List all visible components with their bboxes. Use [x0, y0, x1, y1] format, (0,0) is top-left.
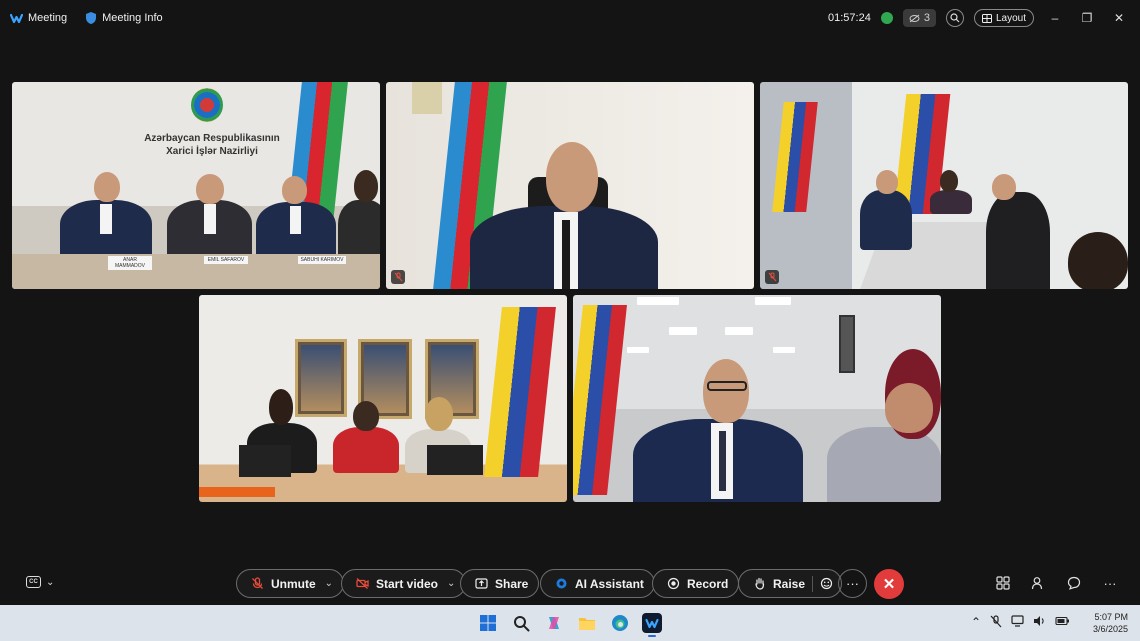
- webex-app-icon[interactable]: [642, 613, 662, 637]
- app-name: Meeting: [28, 12, 68, 24]
- eye-off-icon: [909, 14, 920, 22]
- nameplate: EMIL SAFAROV: [204, 256, 248, 264]
- microphone-in-use-icon[interactable]: [990, 615, 1002, 631]
- mic-off-icon: [252, 577, 263, 589]
- start-video-button[interactable]: Start video ⌄: [341, 569, 467, 598]
- mic-off-icon: [394, 272, 402, 282]
- system-clock[interactable]: 5:07 PM 3/6/2025: [1093, 611, 1128, 635]
- magnifier-icon: [950, 13, 960, 23]
- webex-logo-icon: [10, 13, 23, 23]
- volume-icon[interactable]: [1033, 615, 1046, 631]
- venezuela-flag-icon: [573, 305, 627, 495]
- chevron-down-icon[interactable]: ⌄: [325, 578, 333, 589]
- clock-date: 3/6/2025: [1092, 624, 1128, 634]
- chat-icon[interactable]: [1066, 575, 1082, 591]
- video-tile-3[interactable]: [760, 82, 1128, 289]
- meeting-info-label: Meeting Info: [102, 12, 163, 24]
- video-off-icon: [356, 578, 369, 589]
- meeting-timer: 01:57:24: [828, 12, 871, 24]
- unmute-label: Unmute: [271, 576, 316, 591]
- copilot-icon[interactable]: [544, 613, 564, 633]
- taskbar: ⌃ 5:07 PM 3/6/2025: [0, 605, 1140, 641]
- close-icon: ✕: [882, 576, 896, 593]
- captions-button[interactable]: CC ⌄: [26, 576, 54, 588]
- closed-captions-icon: CC: [26, 576, 41, 588]
- zoom-button[interactable]: [945, 9, 964, 27]
- muted-badge: [765, 270, 779, 284]
- system-tray: ⌃: [971, 615, 1070, 631]
- chevron-down-icon: ⌄: [46, 576, 55, 588]
- meeting-info-button[interactable]: Meeting Info: [85, 11, 163, 25]
- chevron-up-icon[interactable]: ⌃: [971, 615, 981, 631]
- ai-assistant-icon: [556, 578, 567, 589]
- battery-icon[interactable]: [1055, 615, 1070, 631]
- windows-start-icon[interactable]: [478, 613, 498, 633]
- close-window-button[interactable]: ✕: [1108, 11, 1130, 25]
- venezuela-flag-icon: [484, 307, 556, 477]
- network-health-icon[interactable]: [880, 12, 893, 24]
- unmute-button[interactable]: Unmute ⌄: [236, 569, 345, 598]
- raise-hand-icon: [755, 577, 765, 590]
- clock-time: 5:07 PM: [1094, 612, 1128, 622]
- share-label: Share: [495, 576, 529, 591]
- video-tile-1[interactable]: Azərbaycan Respublikasının Xarici İşlər …: [12, 82, 380, 289]
- muted-badge: [391, 270, 405, 284]
- nameplate: SABUHI KARIMOV: [298, 256, 346, 264]
- file-explorer-icon[interactable]: [577, 613, 597, 633]
- mic-off-icon: [768, 272, 776, 282]
- minimize-button[interactable]: –: [1044, 11, 1066, 25]
- record-button[interactable]: Record: [652, 569, 740, 598]
- apps-icon[interactable]: [995, 575, 1011, 591]
- video-tile-5[interactable]: [573, 295, 941, 502]
- venezuela-flag-icon: [772, 102, 818, 212]
- shield-icon: [86, 12, 97, 24]
- video-tile-2[interactable]: [386, 82, 754, 289]
- layout-label: Layout: [995, 12, 1026, 24]
- grid-layout-icon: [981, 13, 992, 23]
- nameplate: ANAR MAMMADOV: [108, 256, 152, 270]
- laptop: [239, 445, 291, 477]
- record-label: Record: [687, 576, 729, 591]
- hidden-participants-button[interactable]: 3: [902, 9, 936, 27]
- ai-assistant-button[interactable]: AI Assistant: [540, 569, 655, 598]
- participants-icon[interactable]: [1030, 575, 1046, 591]
- search-icon[interactable]: [511, 613, 531, 633]
- restore-button[interactable]: ❐: [1076, 11, 1098, 25]
- record-icon: [667, 577, 680, 590]
- wall-text-line1: Azərbaycan Respublikasının: [144, 133, 280, 144]
- wall-text-line2: Xarici İşlər Nazirliyi: [166, 146, 258, 157]
- laptop: [427, 445, 483, 475]
- meeting-control-bar: CC ⌄ Unmute ⌄ Start video ⌄ Share AI Ass…: [0, 566, 1140, 602]
- video-tile-4[interactable]: [199, 295, 567, 502]
- ai-assistant-label: AI Assistant: [575, 576, 644, 591]
- more-label: ···: [846, 576, 859, 591]
- share-button[interactable]: Share: [460, 569, 540, 598]
- raise-hand-button[interactable]: Raise: [738, 569, 843, 598]
- end-call-button[interactable]: ✕: [874, 569, 904, 599]
- hidden-participants-count: 3: [923, 12, 930, 24]
- title-bar: Meeting Meeting Info 01:57:24 3 Layout –…: [0, 0, 1140, 36]
- layout-button[interactable]: Layout: [973, 9, 1034, 27]
- app-title: Meeting: [10, 12, 67, 24]
- portrait-frame: [295, 339, 347, 417]
- state-emblem-icon: [191, 88, 223, 122]
- screen-icon[interactable]: [1011, 615, 1024, 631]
- more-options-button[interactable]: ···: [838, 569, 867, 598]
- chevron-down-icon[interactable]: ⌄: [447, 578, 455, 589]
- reaction-emoji-icon[interactable]: [820, 577, 833, 590]
- more-panels-icon[interactable]: ···: [1102, 575, 1118, 591]
- share-screen-icon: [475, 578, 488, 589]
- raise-label: Raise: [773, 576, 806, 591]
- wall-frame: [412, 82, 442, 114]
- start-video-label: Start video: [376, 576, 439, 591]
- edge-browser-icon[interactable]: [610, 613, 630, 633]
